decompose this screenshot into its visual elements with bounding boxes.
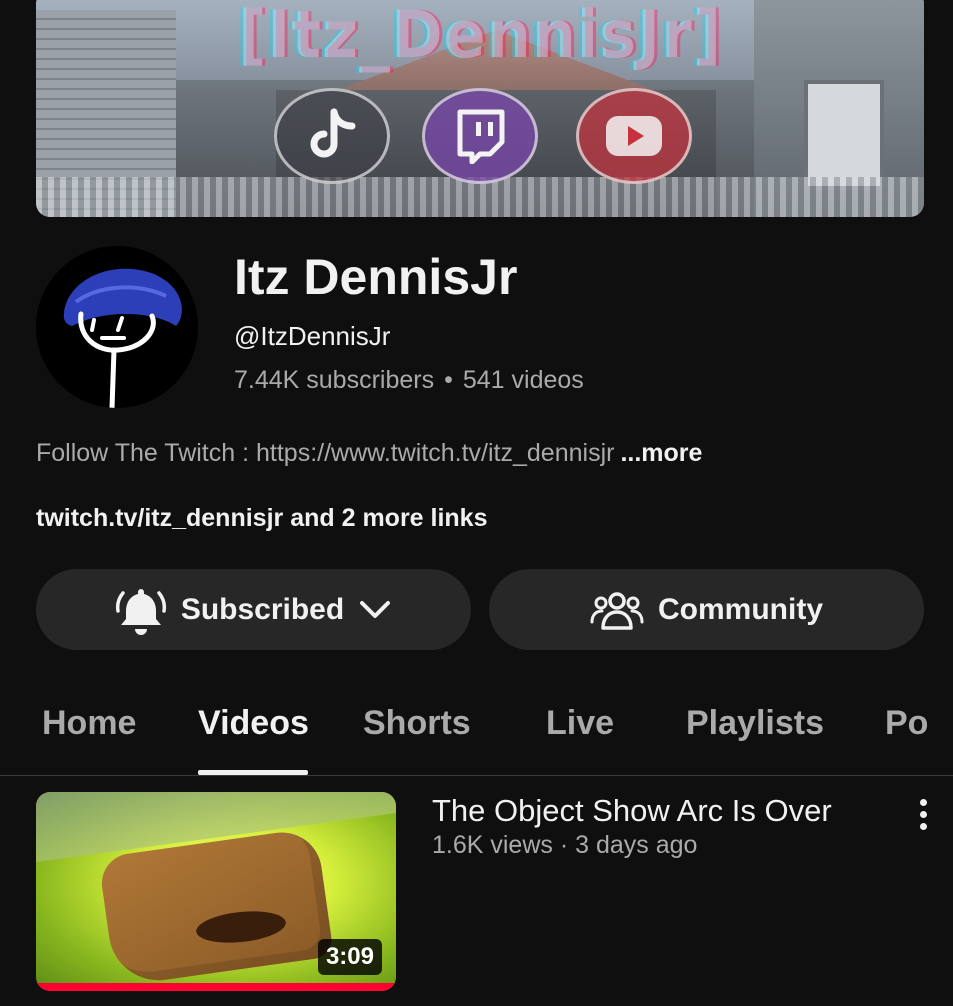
channel-stats: 7.44K subscribers • 541 videos [234, 366, 584, 395]
youtube-icon [576, 88, 692, 184]
tab-videos[interactable]: Videos [198, 704, 309, 743]
video-count: 541 videos [462, 366, 584, 394]
video-meta: 1.6K views · 3 days ago [432, 831, 698, 859]
channel-banner: [Itz_DennisJr] [36, 0, 924, 217]
subscriber-count: 7.44K subscribers [234, 366, 435, 394]
tab-posts[interactable]: Po [885, 704, 928, 743]
channel-tabs: Home Videos Shorts Live Playlists Po [0, 690, 953, 776]
video-duration: 3:09 [317, 939, 382, 975]
community-button[interactable]: Community [489, 569, 924, 650]
channel-name: Itz DennisJr [234, 249, 518, 305]
tab-live[interactable]: Live [546, 704, 614, 743]
tiktok-icon [274, 88, 390, 184]
video-thumbnail[interactable]: 3:09 [36, 792, 396, 991]
chevron-down-icon [358, 599, 392, 621]
description-text: Follow The Twitch : https://www.twitch.t… [36, 439, 615, 467]
tab-shorts[interactable]: Shorts [363, 704, 471, 743]
channel-page: [Itz_DennisJr] Itz DennisJr @ItzDennisJr… [0, 0, 953, 1006]
tab-playlists[interactable]: Playlists [686, 704, 824, 743]
more-options-icon[interactable] [908, 794, 938, 834]
channel-description[interactable]: Follow The Twitch : https://www.twitch.t… [36, 439, 702, 468]
twitch-icon [422, 88, 538, 184]
banner-title: [Itz_DennisJr] [237, 0, 723, 73]
bell-icon [115, 585, 167, 635]
watch-progress-bar [36, 983, 396, 991]
description-more-link[interactable]: ...more [620, 439, 702, 467]
subscribed-button[interactable]: Subscribed [36, 569, 471, 650]
channel-handle: @ItzDennisJr [234, 321, 391, 351]
active-tab-indicator [198, 770, 308, 775]
subscribed-label: Subscribed [180, 592, 345, 626]
tab-home[interactable]: Home [42, 704, 136, 743]
banner-door [804, 80, 884, 190]
people-icon [590, 588, 644, 632]
thumbnail-character [98, 827, 334, 987]
channel-avatar[interactable] [36, 246, 198, 408]
channel-links[interactable]: twitch.tv/itz_dennisjr and 2 more links [36, 504, 488, 533]
community-label: Community [658, 592, 823, 626]
video-title[interactable]: The Object Show Arc Is Over [432, 793, 832, 829]
stats-separator: • [444, 366, 453, 394]
